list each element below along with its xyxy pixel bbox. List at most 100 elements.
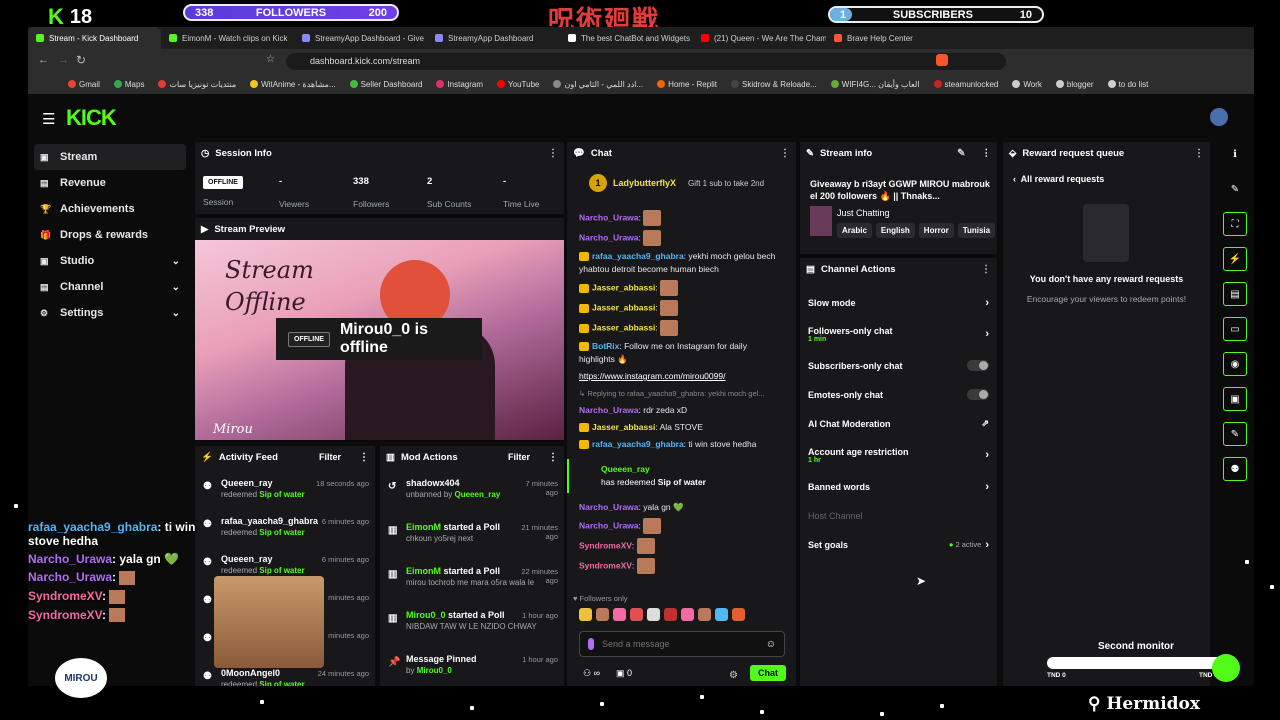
stream-tag[interactable]: Horror: [918, 223, 954, 238]
toggle-switch[interactable]: [967, 360, 989, 371]
gifter-name[interactable]: LadybutterflyX: [613, 178, 676, 188]
url-field[interactable]: dashboard.kick.com/stream: [286, 53, 1006, 70]
chat-username[interactable]: Narcho_Urawa: [579, 520, 639, 530]
chat-username[interactable]: Narcho_Urawa: [579, 232, 639, 242]
browser-tab[interactable]: EimonM - Watch clips on Kick: [161, 27, 294, 49]
chat-icon[interactable]: ▭: [1223, 317, 1247, 341]
external-link-icon[interactable]: ⇗: [981, 418, 989, 429]
chat-message[interactable]: rafaa_yaacha9_ghabra: yekhi moch gelou b…: [567, 248, 796, 278]
mod-action-item[interactable]: ▥ Mirou0_0 started a Poll 1 hour ago NIBDAW…: [380, 606, 564, 650]
emote-icon[interactable]: [732, 608, 745, 621]
chat-message[interactable]: Narcho_Urawa:: [567, 208, 796, 228]
browser-tab[interactable]: StreamyApp Dashboard - Give: [294, 27, 427, 49]
channel-action-banned-words[interactable]: Banned words ›: [800, 472, 997, 501]
bookmark-item[interactable]: Home - Replit: [657, 80, 717, 89]
chat-message[interactable]: Narcho_Urawa: yala gn 💚: [567, 499, 796, 516]
stream-tag[interactable]: Tunisia: [957, 223, 996, 238]
chat-message[interactable]: Jasser_abbassi: Ala STOVE: [567, 419, 796, 436]
activity-user[interactable]: 0MoonAngel0: [221, 668, 280, 678]
chat-input[interactable]: [602, 639, 758, 649]
emote-icon[interactable]: [579, 608, 592, 621]
emote-icon[interactable]: [630, 608, 643, 621]
chat-send-button[interactable]: Chat: [750, 665, 786, 681]
stream-tag[interactable]: Arabic: [837, 223, 872, 238]
bookmark-item[interactable]: Work: [1012, 80, 1042, 89]
activity-user[interactable]: Queeen_ray: [221, 554, 273, 564]
emoji-icon[interactable]: ☺: [766, 639, 776, 650]
channel-action-account-age-restriction[interactable]: Account age restriction 1 hr ›: [800, 438, 997, 472]
mod-action-by-user[interactable]: Mirou0_0: [417, 666, 452, 675]
browser-tab[interactable]: Brave Help Center: [826, 27, 959, 49]
redeem-user[interactable]: Queeen_ray: [601, 463, 784, 476]
chat-message[interactable]: SyndromeXV:: [567, 556, 796, 576]
emote-icon[interactable]: [715, 608, 728, 621]
mod-action-item[interactable]: 📌 Message Pinned 1 hour ago by Mirou0_0: [380, 650, 564, 686]
edit-icon[interactable]: ✎: [957, 148, 965, 159]
chat-username[interactable]: Narcho_Urawa: [579, 405, 639, 415]
mod-action-item[interactable]: ↺ shadowx404 7 minutes ago unbanned by Quee…: [380, 474, 564, 518]
bookmark-item[interactable]: blogger: [1055, 80, 1094, 89]
points-display[interactable]: ▣ 0: [616, 668, 632, 679]
emote-icon[interactable]: [596, 608, 609, 621]
menu-icon[interactable]: ☰: [42, 110, 55, 128]
all-rewards-link[interactable]: ‹ All reward requests: [1013, 174, 1104, 184]
lightning-icon[interactable]: ⚡: [1223, 247, 1247, 271]
mic-icon[interactable]: [588, 638, 594, 650]
bookmark-item[interactable]: Skidrow & Reloade...: [730, 80, 817, 89]
brave-shield-icon[interactable]: [936, 54, 948, 66]
mod-action-user[interactable]: EimonM: [406, 522, 441, 532]
browser-tab[interactable]: The best ChatBot and Widgets: [560, 27, 693, 49]
activity-user[interactable]: Queeen_ray: [221, 478, 273, 488]
chevron-right-icon[interactable]: ›: [985, 328, 989, 340]
more-icon[interactable]: ⋮: [981, 264, 991, 275]
chat-username[interactable]: rafaa_yaacha9_ghabra: [592, 439, 684, 449]
bookmark-item[interactable]: Maps: [113, 80, 144, 89]
toggle-switch[interactable]: [967, 389, 989, 400]
bookmark-item[interactable]: Seller Dashboard: [349, 80, 422, 89]
browser-tab[interactable]: StreamyApp Dashboard: [427, 27, 560, 49]
share-icon[interactable]: ⚉: [1223, 457, 1247, 481]
mod-action-by-user[interactable]: Queeen_ray: [455, 490, 501, 499]
more-icon[interactable]: ⋮: [780, 148, 790, 159]
bookmark-item[interactable]: ادد اللمي - الثامي اون...: [553, 80, 643, 89]
mod-action-user[interactable]: shadowx404: [406, 478, 460, 488]
chat-input-box[interactable]: ☺: [579, 631, 785, 657]
chat-message[interactable]: SyndromeXV:: [567, 536, 796, 556]
bookmark-item[interactable]: WIFI4G... العاب وأيقان: [830, 80, 920, 89]
gift-sub-prompt[interactable]: Gift 1 sub to take 2nd: [688, 179, 764, 188]
chat-username[interactable]: Jasser_abbassi: [592, 322, 655, 332]
channel-action-emotes-only-chat[interactable]: Emotes-only chat: [800, 380, 997, 409]
emote-icon[interactable]: [647, 608, 660, 621]
mod-action-user[interactable]: Mirou0_0: [406, 610, 446, 620]
chat-message[interactable]: Narcho_Urawa:: [567, 516, 796, 536]
back-icon[interactable]: ←: [38, 54, 49, 66]
bookmark-item[interactable]: steamunlocked: [933, 80, 998, 89]
activity-item[interactable]: ⚉ Queeen_ray 18 seconds ago redeemed Sip of…: [195, 474, 375, 512]
chat-username[interactable]: Narcho_Urawa: [579, 212, 639, 222]
stream-tag[interactable]: English: [875, 223, 915, 238]
channel-action-followers-only-chat[interactable]: Followers-only chat 1 min ›: [800, 317, 997, 351]
chat-username[interactable]: Jasser_abbassi: [592, 302, 655, 312]
emote-icon[interactable]: [613, 608, 626, 621]
avatar[interactable]: [1210, 108, 1228, 126]
chat-username[interactable]: SyndromeXV: [579, 560, 632, 570]
chat-message[interactable]: Jasser_abbassi:: [567, 318, 796, 338]
chat-username[interactable]: Jasser_abbassi: [592, 422, 655, 432]
sidebar-item-channel[interactable]: ▤ Channel ⌄: [34, 274, 186, 300]
channel-action-slow-mode[interactable]: Slow mode ›: [800, 288, 997, 317]
bookmark-item[interactable]: to do list: [1107, 80, 1148, 89]
forward-icon[interactable]: →: [58, 54, 69, 66]
activity-item[interactable]: ⚉ rafaa_yaacha9_ghabra 6 minutes ago redeem…: [195, 512, 375, 550]
channel-action-subscribers-only-chat[interactable]: Subscribers-only chat: [800, 351, 997, 380]
chevron-right-icon[interactable]: ›: [985, 297, 989, 309]
chat-message[interactable]: BotRix: Follow me on Instagram for daily…: [567, 338, 796, 368]
more-icon[interactable]: ⋮: [548, 148, 558, 159]
bookmark-icon[interactable]: ☆: [266, 54, 275, 65]
chevron-down-icon[interactable]: ⌄: [172, 256, 180, 267]
sidebar-item-revenue[interactable]: ▤ Revenue: [34, 170, 186, 196]
mod-action-item[interactable]: ▥ EimonM started a Poll 21 minutes ago chko…: [380, 518, 564, 562]
info-icon[interactable]: ℹ: [1223, 142, 1247, 166]
mod-action-user[interactable]: EimonM: [406, 566, 441, 576]
category-name[interactable]: Just Chatting: [837, 208, 890, 218]
more-icon[interactable]: ⋮: [982, 148, 992, 159]
